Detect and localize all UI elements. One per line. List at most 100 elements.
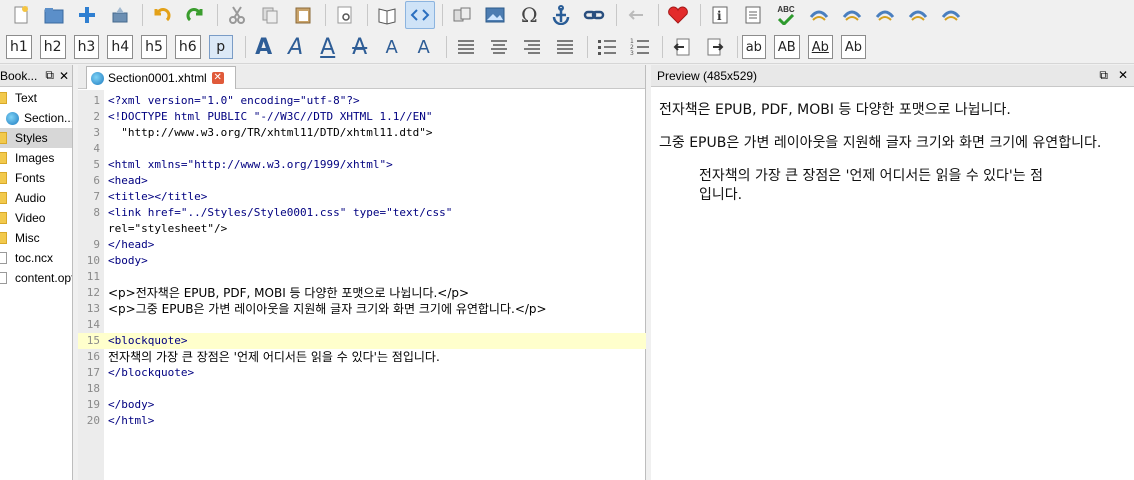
add-file-icon[interactable] <box>72 1 102 29</box>
code-line[interactable]: 2 <!DOCTYPE html PUBLIC "-//W3C//DTD XHTM… <box>78 109 646 125</box>
code-line[interactable]: 20 </html> <box>78 413 646 429</box>
book-item-section[interactable]: Section... <box>0 108 72 128</box>
close-tab-icon[interactable]: ✕ <box>211 72 224 84</box>
book-item-opf[interactable]: content.opf <box>0 268 72 288</box>
code-text: <p>전자책은 EPUB, PDF, MOBI 등 다양한 포맷으로 나뉩니다.… <box>108 286 470 300</box>
book-item-images[interactable]: Images <box>0 148 72 168</box>
book-view-icon[interactable] <box>372 1 402 29</box>
validate-icon-2[interactable] <box>837 1 867 29</box>
heading-h6-button[interactable]: h6 <box>174 35 201 59</box>
capitalize-button[interactable]: Ab <box>840 35 867 59</box>
float-panel-icon[interactable]: ⧉ <box>1099 68 1108 83</box>
tab-section0001[interactable]: Section0001.xhtml ✕ <box>86 66 236 89</box>
spellcheck-icon[interactable]: ABC <box>771 1 801 29</box>
code-line[interactable]: 5 <html xmlns="http://www.w3.org/1999/xht… <box>78 157 646 173</box>
book-item-styles[interactable]: Styles <box>0 128 72 148</box>
uppercase-button[interactable]: AB <box>773 35 800 59</box>
code-line[interactable]: 18 <box>78 381 646 397</box>
undo-icon[interactable] <box>147 1 177 29</box>
titlecase-button[interactable]: Ab <box>807 35 833 59</box>
align-justify-icon[interactable] <box>550 33 580 61</box>
lowercase-button[interactable]: ab <box>741 35 766 59</box>
code-line[interactable]: 1 <?xml version="1.0" encoding="utf-8"?> <box>78 93 646 109</box>
heading-h1-button[interactable]: h1 <box>6 35 32 59</box>
code-line[interactable]: rel="stylesheet"/> <box>78 221 646 237</box>
code-line[interactable]: 3 "http://www.w3.org/TR/xhtml11/DTD/xhtm… <box>78 125 646 141</box>
italic-button[interactable]: A <box>282 33 310 61</box>
code-line[interactable]: 15 <blockquote> <box>78 333 646 349</box>
split-view-icon[interactable] <box>447 1 477 29</box>
insert-special-char-icon[interactable]: Ω <box>513 1 543 29</box>
code-line[interactable]: 4 <box>78 141 646 157</box>
book-item-fonts[interactable]: Fonts <box>0 168 72 188</box>
folder-icon <box>0 132 7 144</box>
back-icon[interactable] <box>621 1 651 29</box>
code-text: </blockquote> <box>108 366 195 379</box>
open-folder-icon[interactable] <box>39 1 69 29</box>
book-item-label: Audio <box>15 191 46 205</box>
paste-icon[interactable] <box>288 1 318 29</box>
code-line[interactable]: 7 <title></title> <box>78 189 646 205</box>
new-file-icon[interactable] <box>6 1 36 29</box>
numbered-list-icon[interactable]: 123 <box>625 33 655 61</box>
code-line[interactable]: 16 전자책의 가장 큰 장점은 '언제 어디서든 읽을 수 있다'는 점입니다. <box>78 349 646 365</box>
decrease-indent-icon[interactable] <box>667 33 697 61</box>
toc-editor-icon[interactable] <box>738 1 768 29</box>
code-line[interactable]: 8 <link href="../Styles/Style0001.css" ty… <box>78 205 646 221</box>
code-line[interactable]: 19 </body> <box>78 397 646 413</box>
book-item-audio[interactable]: Audio <box>0 188 72 208</box>
save-icon[interactable] <box>105 1 135 29</box>
align-left-icon[interactable] <box>451 33 481 61</box>
align-right-icon[interactable] <box>517 33 547 61</box>
find-icon[interactable] <box>330 1 360 29</box>
book-item-text[interactable]: Text <box>0 88 72 108</box>
heading-h2-button[interactable]: h2 <box>39 35 66 59</box>
code-line[interactable]: 12 <p>전자책은 EPUB, PDF, MOBI 등 다양한 포맷으로 나뉩니… <box>78 285 646 301</box>
copy-icon[interactable] <box>255 1 285 29</box>
insert-anchor-icon[interactable] <box>546 1 576 29</box>
close-panel-icon[interactable]: ✕ <box>1118 68 1128 83</box>
line-number: 5 <box>93 158 100 171</box>
code-line[interactable]: 13 <p>그중 EPUB은 가변 레이아웃을 지원해 글자 크기와 화면 크기에… <box>78 301 646 317</box>
insert-link-icon[interactable] <box>579 1 609 29</box>
heading-h4-button[interactable]: h4 <box>107 35 134 59</box>
code-line[interactable]: 11 <box>78 269 646 285</box>
code-view-icon[interactable] <box>405 1 435 29</box>
underline-button[interactable]: A <box>314 33 342 61</box>
code-text: rel="stylesheet"/> <box>108 222 228 235</box>
meta-editor-icon[interactable]: i <box>705 1 735 29</box>
redo-icon[interactable] <box>180 1 210 29</box>
validate-icon-5[interactable] <box>936 1 966 29</box>
heading-h5-button[interactable]: h5 <box>141 35 167 59</box>
bullet-list-icon[interactable] <box>592 33 622 61</box>
svg-text:i: i <box>717 9 722 23</box>
code-area[interactable]: 1 <?xml version="1.0" encoding="utf-8"?> 2… <box>78 93 646 429</box>
increase-indent-icon[interactable] <box>700 33 730 61</box>
insert-image-icon[interactable] <box>480 1 510 29</box>
validate-icon-3[interactable] <box>870 1 900 29</box>
align-center-icon[interactable] <box>484 33 514 61</box>
validate-icon-1[interactable] <box>804 1 834 29</box>
cut-icon[interactable] <box>222 1 252 29</box>
code-line[interactable]: 17 </blockquote> <box>78 365 646 381</box>
donate-heart-icon[interactable] <box>663 1 693 29</box>
close-panel-icon[interactable]: ✕ <box>59 69 69 83</box>
editor-tab-bar: Section0001.xhtml ✕ <box>78 65 645 89</box>
superscript-button[interactable]: A <box>410 33 438 61</box>
book-item-video[interactable]: Video <box>0 208 72 228</box>
bold-button[interactable]: A <box>250 33 278 61</box>
heading-h3-button[interactable]: h3 <box>73 35 100 59</box>
code-line[interactable]: 6 <head> <box>78 173 646 189</box>
book-item-toc[interactable]: toc.ncx <box>0 248 72 268</box>
book-item-misc[interactable]: Misc <box>0 228 72 248</box>
code-line[interactable]: 10 <body> <box>78 253 646 269</box>
validate-icon-4[interactable] <box>903 1 933 29</box>
strikethrough-button[interactable]: A <box>346 33 374 61</box>
code-line[interactable]: 14 <box>78 317 646 333</box>
line-number: 4 <box>93 142 100 155</box>
paragraph-button[interactable]: p <box>208 35 233 59</box>
code-line[interactable]: 9 </head> <box>78 237 646 253</box>
subscript-button[interactable]: A <box>378 33 406 61</box>
float-panel-icon[interactable]: ⧉ <box>45 68 54 83</box>
book-item-label: Images <box>15 151 55 165</box>
